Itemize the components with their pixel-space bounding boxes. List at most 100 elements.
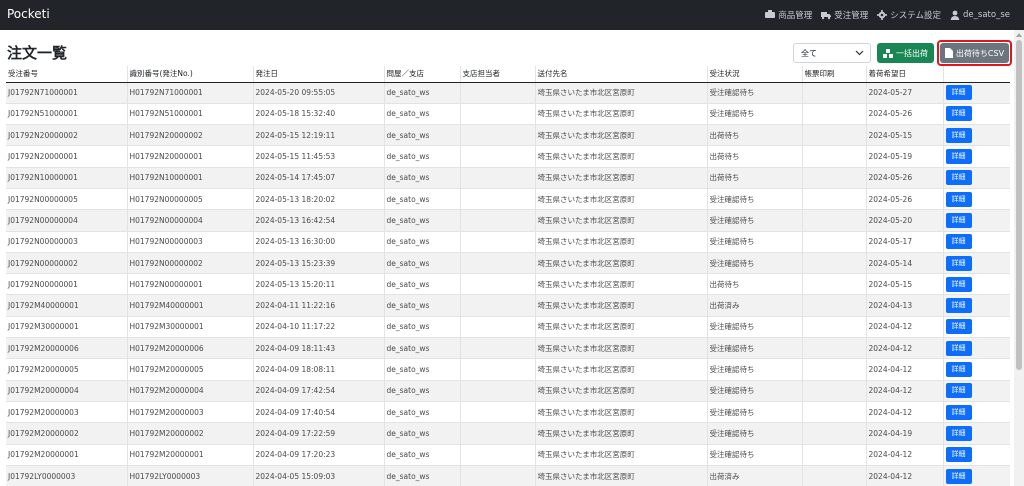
detail-button[interactable]: 詳細 bbox=[945, 425, 972, 441]
form-print-cell bbox=[802, 294, 867, 317]
wholesaler-cell: de_sato_ws bbox=[384, 251, 461, 274]
col-wholesaler-header: 問屋／支店 bbox=[384, 66, 461, 83]
action-cell: 詳細 bbox=[943, 251, 1010, 274]
detail-button[interactable]: 詳細 bbox=[945, 404, 972, 420]
identifier-number-cell: H01792N00000002 bbox=[127, 251, 254, 274]
order-status-cell: 受注確認待ち bbox=[707, 187, 803, 210]
branch-staff-cell bbox=[460, 102, 536, 125]
order-number-cell: J01792N00000002 bbox=[6, 251, 128, 274]
table-row: J01792N00000003 H01792N00000003 2024-05-13… bbox=[6, 230, 1010, 253]
products-icon bbox=[765, 10, 776, 18]
bulk-ship-button[interactable]: 一括出荷 bbox=[877, 43, 934, 63]
nav-item-products[interactable]: 商品管理 bbox=[765, 9, 812, 21]
wholesaler-cell: de_sato_ws bbox=[384, 102, 461, 125]
wholesaler-cell: de_sato_ws bbox=[384, 337, 461, 359]
detail-button[interactable]: 詳細 bbox=[945, 362, 972, 377]
detail-button[interactable]: 詳細 bbox=[945, 468, 972, 484]
order-number-cell: J01792N00000005 bbox=[6, 187, 128, 210]
nav-item-user[interactable]: de_sato_se bbox=[950, 10, 1010, 20]
order-number-cell: J01792M30000001 bbox=[6, 315, 128, 338]
user-icon bbox=[950, 10, 960, 20]
action-cell: 詳細 bbox=[943, 124, 1010, 146]
destination-cell: 埼玉県さいたま市北区宮原町 bbox=[535, 81, 708, 104]
wholesaler-cell: de_sato_ws bbox=[384, 358, 461, 381]
brand-logo[interactable]: Pocketi bbox=[7, 7, 50, 21]
order-status-cell: 受注確認待ち bbox=[707, 400, 803, 423]
col-destination-header: 送付先名 bbox=[535, 66, 708, 83]
shipping-csv-label: 出荷待ちCSV bbox=[955, 48, 1005, 58]
detail-button[interactable]: 詳細 bbox=[945, 319, 972, 335]
due-date-cell: 2024-04-12 bbox=[866, 464, 944, 486]
detail-button[interactable]: 詳細 bbox=[945, 127, 972, 143]
order-status-cell: 受注確認待ち bbox=[707, 230, 803, 253]
branch-staff-cell bbox=[460, 251, 536, 274]
order-status-cell: 受注確認待ち bbox=[707, 315, 803, 338]
nav-item-settings-label: システム設定 bbox=[890, 11, 942, 21]
order-number-cell: J01792N00000003 bbox=[6, 230, 128, 253]
order-date-cell: 2024-04-05 15:09:03 bbox=[253, 464, 385, 486]
status-filter-select[interactable]: 全て bbox=[793, 43, 871, 63]
branch-staff-cell bbox=[460, 358, 536, 381]
detail-button[interactable]: 詳細 bbox=[945, 149, 972, 165]
order-status-cell: 受注確認待ち bbox=[707, 209, 803, 232]
table-row: J01792M20000003 H01792M20000003 2024-04-09… bbox=[6, 400, 1010, 423]
form-print-cell bbox=[802, 187, 867, 210]
branch-staff-cell bbox=[460, 464, 536, 486]
detail-button[interactable]: 詳細 bbox=[945, 340, 972, 356]
detail-button[interactable]: 詳細 bbox=[945, 212, 972, 228]
form-print-cell bbox=[802, 81, 867, 104]
branch-staff-cell bbox=[460, 294, 536, 317]
detail-button[interactable]: 詳細 bbox=[945, 255, 972, 271]
form-print-cell bbox=[802, 337, 867, 359]
detail-button[interactable]: 詳細 bbox=[945, 298, 972, 314]
order-number-cell: J01792N20000002 bbox=[6, 124, 128, 146]
destination-cell: 埼玉県さいたま市北区宮原町 bbox=[535, 187, 708, 210]
col-status-header: 受注状況 bbox=[707, 66, 803, 83]
due-date-cell: 2024-05-27 bbox=[866, 81, 944, 104]
detail-button[interactable]: 詳細 bbox=[945, 170, 972, 186]
detail-button[interactable]: 詳細 bbox=[945, 191, 972, 207]
form-print-cell bbox=[802, 209, 867, 232]
order-date-cell: 2024-05-13 16:30:00 bbox=[253, 230, 385, 253]
nav-item-settings[interactable]: システム設定 bbox=[877, 9, 941, 21]
action-cell: 詳細 bbox=[943, 464, 1010, 486]
wholesaler-cell: de_sato_ws bbox=[384, 230, 461, 253]
wholesaler-cell: de_sato_ws bbox=[384, 187, 461, 210]
nav-item-orders[interactable]: 受注管理 bbox=[821, 9, 868, 21]
order-status-cell: 受注確認待ち bbox=[707, 81, 803, 104]
col-staff-header: 支店担当者 bbox=[460, 66, 536, 83]
identifier-number-cell: H01792N20000001 bbox=[127, 145, 254, 168]
table-header: 受注番号 識別番号(発注No.) 発注日 問屋／支店 支店担当者 送付先名 受注状況 帳票印刷… bbox=[6, 66, 1010, 83]
col-action-header bbox=[943, 66, 1010, 83]
wholesaler-cell: de_sato_ws bbox=[384, 379, 461, 402]
detail-button[interactable]: 詳細 bbox=[945, 234, 972, 250]
identifier-number-cell: H01792M20000005 bbox=[127, 358, 254, 381]
table-body: J01792N71000001 H01792N71000001 2024-05-20… bbox=[6, 81, 1010, 486]
detail-button[interactable]: 詳細 bbox=[945, 447, 972, 463]
detail-button[interactable]: 詳細 bbox=[945, 85, 972, 101]
shipping-csv-button[interactable]: 出荷待ちCSV bbox=[940, 43, 1009, 63]
action-cell: 詳細 bbox=[943, 230, 1010, 253]
identifier-number-cell: H01792N71000001 bbox=[127, 81, 254, 104]
order-date-cell: 2024-04-09 17:22:59 bbox=[253, 422, 385, 445]
order-status-cell: 受注確認待ち bbox=[707, 102, 803, 125]
due-date-cell: 2024-05-17 bbox=[866, 230, 944, 253]
order-number-cell: J01792LY0000003 bbox=[6, 464, 128, 486]
identifier-number-cell: H01792M20000002 bbox=[127, 422, 254, 445]
table-row: J01792N20000002 H01792N20000002 2024-05-15… bbox=[6, 124, 1010, 146]
detail-button[interactable]: 詳細 bbox=[945, 276, 972, 292]
col-order-date-header: 発注日 bbox=[253, 66, 385, 83]
action-cell: 詳細 bbox=[943, 102, 1010, 125]
scroll-thumb[interactable] bbox=[1016, 40, 1022, 370]
detail-button[interactable]: 詳細 bbox=[945, 106, 972, 122]
branch-staff-cell bbox=[460, 337, 536, 359]
wholesaler-cell: de_sato_ws bbox=[384, 400, 461, 423]
due-date-cell: 2024-05-26 bbox=[866, 187, 944, 210]
scroll-up-arrow[interactable] bbox=[1016, 33, 1022, 37]
action-cell: 詳細 bbox=[943, 187, 1010, 210]
identifier-number-cell: H01792N00000004 bbox=[127, 209, 254, 232]
order-status-cell: 出荷済み bbox=[707, 464, 803, 486]
detail-button[interactable]: 詳細 bbox=[945, 383, 972, 399]
destination-cell: 埼玉県さいたま市北区宮原町 bbox=[535, 251, 708, 274]
due-date-cell: 2024-05-14 bbox=[866, 251, 944, 274]
